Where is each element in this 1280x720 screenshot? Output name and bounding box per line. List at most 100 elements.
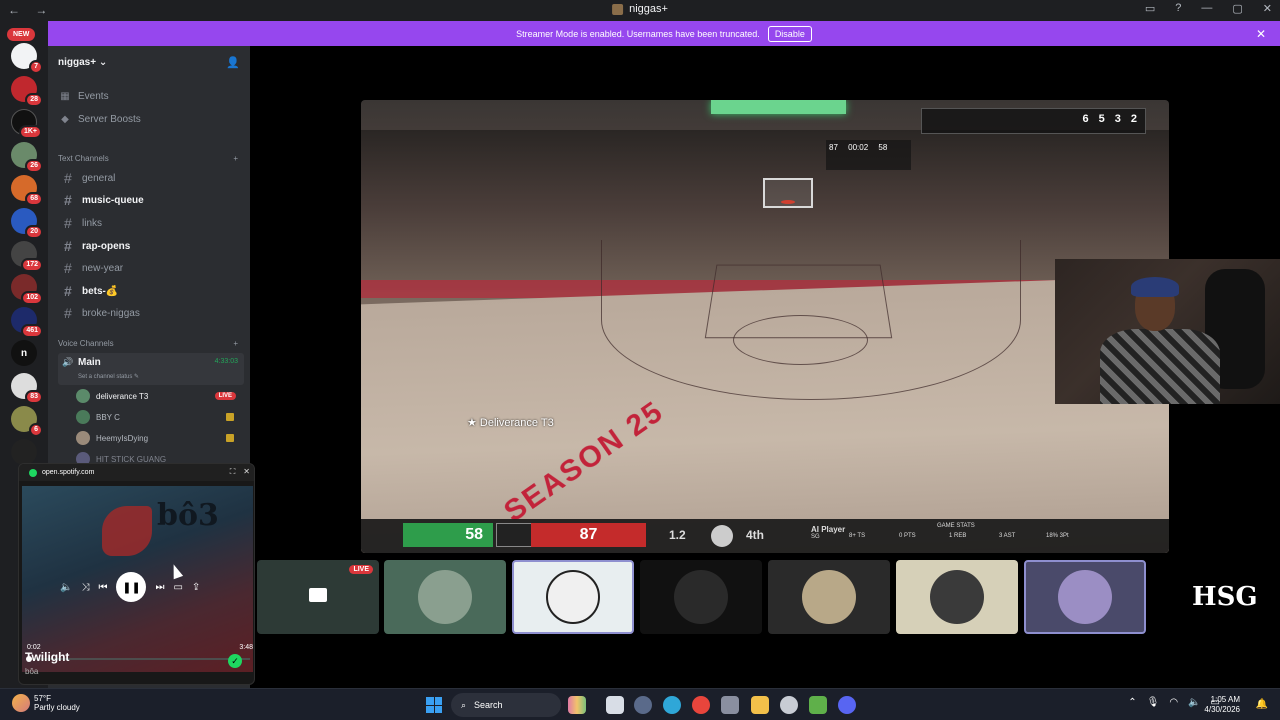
events-item[interactable]: ▦ Events <box>60 91 108 102</box>
server-icon-11[interactable]: 83 <box>11 373 43 404</box>
channel-music-queue[interactable]: # music-queue <box>58 190 242 210</box>
server-icon-12[interactable]: 6 <box>11 406 43 437</box>
server-icon-1[interactable]: 7 <box>11 43 43 74</box>
hash-icon: # <box>64 192 72 208</box>
participant-tile[interactable] <box>896 560 1018 634</box>
participant-tile[interactable] <box>384 560 506 634</box>
weather-icon <box>12 694 30 712</box>
close-button[interactable]: ✕ <box>1263 2 1272 15</box>
saved-check-icon[interactable]: ✓ <box>228 654 242 668</box>
shuffle-icon[interactable]: ⤨ <box>81 582 89 593</box>
microphone-icon[interactable]: 🎙 <box>1147 697 1160 708</box>
task-view-icon[interactable] <box>606 696 624 714</box>
voice-channel-main[interactable]: 🔊 Main 4:33:03 Set a channel status ✎ <box>58 353 244 385</box>
channel-links[interactable]: # links <box>58 213 242 233</box>
channel-new-year[interactable]: # new-year <box>58 258 242 278</box>
nav-arrows[interactable]: ← → <box>8 3 53 17</box>
game-scoreboard: 58 87 1.2 4th AI Player SG 8+ TS 0 PTS GA… <box>361 519 1169 553</box>
track-artist[interactable]: bôa <box>25 667 38 676</box>
notification-icon[interactable]: 🔔 <box>1256 699 1268 710</box>
minimize-button[interactable]: — <box>1201 2 1212 15</box>
clock[interactable]: 1:05 AM 4/30/2026 <box>1204 695 1240 715</box>
guild-header[interactable]: niggas+ ⌄ 👤 <box>48 46 250 78</box>
device-icon[interactable]: ▭ <box>173 582 182 593</box>
search-box[interactable]: ⌕ Search <box>451 693 561 717</box>
add-user-icon[interactable]: 👤 <box>226 56 240 69</box>
server-icon-13[interactable] <box>11 439 37 465</box>
expand-icon[interactable]: ⛶ <box>230 467 236 477</box>
voice-member[interactable]: BBY C <box>76 408 242 426</box>
maximize-button[interactable]: ▢ <box>1232 2 1242 15</box>
file-explorer-icon[interactable] <box>751 696 769 714</box>
participant-tile[interactable] <box>512 560 634 634</box>
stream-view[interactable]: 6 5 3 2 87 00:02 58 ★ Deliverance T3 SEA… <box>361 100 1169 553</box>
inbox-icon[interactable]: ▭ <box>1145 2 1155 15</box>
hash-icon: # <box>64 305 72 321</box>
next-icon[interactable]: ⏭ <box>155 582 164 593</box>
server-icon-4[interactable]: 26 <box>11 142 43 173</box>
channel-status[interactable]: Set a channel status ✎ <box>78 373 139 380</box>
settings-icon[interactable] <box>780 696 798 714</box>
channel-name: rap-opens <box>82 240 131 252</box>
server-icon-7[interactable]: 172 <box>11 241 43 272</box>
volume-icon[interactable]: 🔈 <box>60 582 72 593</box>
channel-bets[interactable]: # bets-💰 <box>58 281 242 301</box>
close-icon[interactable]: ✕ <box>243 467 250 477</box>
rim <box>781 200 795 204</box>
close-icon[interactable]: ✕ <box>1256 27 1266 41</box>
add-channel-icon[interactable]: + <box>233 154 238 163</box>
participant-tile-speaking[interactable] <box>1024 560 1146 634</box>
discord-icon[interactable] <box>838 696 856 714</box>
participant-tile[interactable]: HSG <box>1152 560 1274 634</box>
chrome-icon[interactable] <box>692 696 710 714</box>
chevron-up-icon[interactable]: ⌃ <box>1128 697 1136 708</box>
channel-rap-opens[interactable]: # rap-opens <box>58 236 242 256</box>
camera-icon[interactable] <box>721 696 739 714</box>
widgets-icon[interactable] <box>568 696 586 714</box>
voice-channels-category[interactable]: Voice Channels + <box>58 339 238 348</box>
art-figure <box>102 506 152 556</box>
ai-label-text: AI Player <box>811 525 846 534</box>
minecraft-icon[interactable] <box>809 696 827 714</box>
steam-icon[interactable] <box>634 696 652 714</box>
add-channel-icon[interactable]: + <box>233 339 238 348</box>
server-icon-5[interactable]: 68 <box>11 175 43 206</box>
weather-widget[interactable]: 57°F Partly cloudy <box>12 694 80 712</box>
voice-member[interactable]: deliverance T3 LIVE <box>76 387 242 405</box>
disable-button[interactable]: Disable <box>767 25 812 42</box>
mention-badge: 20 <box>25 225 43 239</box>
wifi-icon[interactable]: ◠ <box>1169 697 1178 708</box>
game-stat-ast: 3 AST <box>999 533 1016 539</box>
help-icon[interactable]: ? <box>1175 2 1181 15</box>
server-icon-8[interactable]: 102 <box>11 274 43 305</box>
participant-tile[interactable] <box>768 560 890 634</box>
voice-member[interactable]: HeemyIsDying <box>76 429 242 447</box>
server-boosts-item[interactable]: ◆ Server Boosts <box>60 114 141 125</box>
avatar <box>802 570 856 624</box>
title-bar: ← → niggas+ ▭ ? — ▢ ✕ <box>0 0 1280 21</box>
server-icon-6[interactable]: 20 <box>11 208 43 239</box>
previous-icon[interactable]: ⏮ <box>98 582 107 593</box>
channel-general[interactable]: # general <box>58 168 242 188</box>
participant-tile[interactable] <box>640 560 762 634</box>
server-icon-10[interactable]: n <box>11 340 37 366</box>
channel-name: music-queue <box>82 194 144 206</box>
category-label: Voice Channels <box>58 339 114 348</box>
participant-tile-stream[interactable]: LIVE <box>257 560 379 634</box>
pause-button[interactable]: ❚❚ <box>116 572 147 602</box>
player-stats-panel: 6 5 3 2 <box>921 108 1146 134</box>
speaker-icon: 🔊 <box>62 357 74 367</box>
quarter: 4th <box>746 528 764 542</box>
edge-icon[interactable] <box>663 696 681 714</box>
stat-reb: 5 <box>1098 113 1105 125</box>
start-button[interactable] <box>426 697 442 713</box>
hash-icon: # <box>64 215 72 231</box>
share-icon[interactable]: ⇪ <box>192 582 200 593</box>
server-icon-3[interactable]: 1K+ <box>11 109 42 139</box>
text-channels-category[interactable]: Text Channels + <box>58 154 238 163</box>
hsg-logo: HSG <box>1192 582 1258 612</box>
volume-icon[interactable]: 🔈 <box>1188 697 1200 708</box>
server-icon-2[interactable]: 28 <box>11 76 43 107</box>
server-icon-9[interactable]: 461 <box>11 307 43 338</box>
channel-broke-niggas[interactable]: # broke-niggas <box>58 303 242 323</box>
